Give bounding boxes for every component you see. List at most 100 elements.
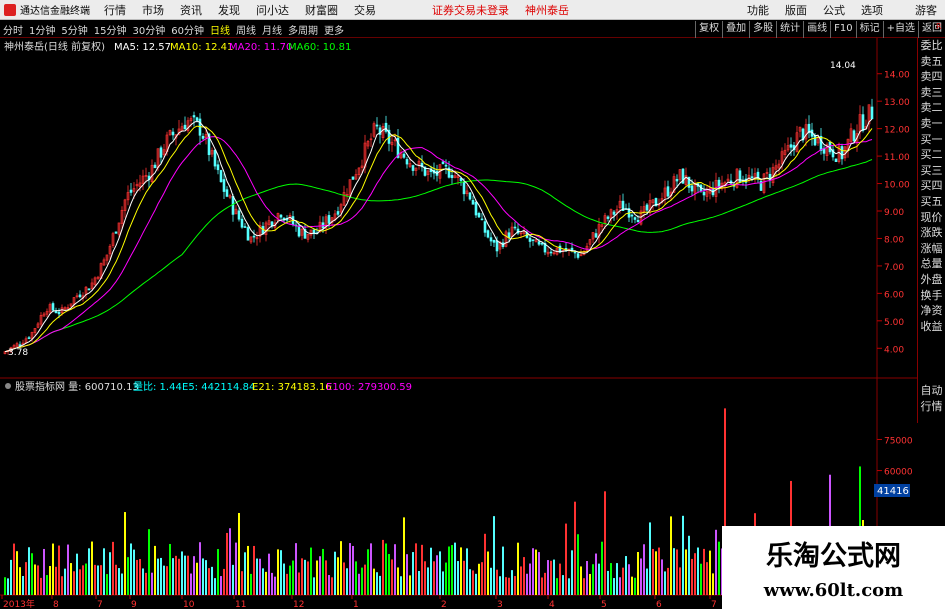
candle-body xyxy=(528,237,532,242)
side-item[interactable]: 卖五 xyxy=(918,54,945,70)
low-price-label: 3.78 xyxy=(8,348,28,358)
menu-options[interactable]: 选项 xyxy=(853,2,891,18)
volume-bar xyxy=(238,512,240,595)
candle-body xyxy=(171,131,175,136)
x-tick-label: 2013年 xyxy=(3,598,35,609)
period-tab[interactable]: 月线 xyxy=(259,22,285,37)
period-tab[interactable]: 周线 xyxy=(233,22,259,37)
side-item[interactable]: 卖四 xyxy=(918,69,945,85)
menu-quotes[interactable]: 行情 xyxy=(96,2,134,18)
volume-bar xyxy=(4,577,6,595)
side-item[interactable]: 外盘 xyxy=(918,272,945,288)
menu-market[interactable]: 市场 xyxy=(134,2,172,18)
price-tick-label: 6.00 xyxy=(884,290,904,300)
volume-bar xyxy=(526,573,528,595)
volume-bar xyxy=(34,564,36,595)
volume-bar xyxy=(175,555,177,595)
volume-bar xyxy=(70,563,72,595)
side-item[interactable]: 卖一 xyxy=(918,116,945,132)
volume-bar xyxy=(688,535,690,595)
period-tab[interactable]: 60分钟 xyxy=(168,22,207,37)
multi-stock-button[interactable]: 多股 xyxy=(749,21,776,38)
volume-bar xyxy=(214,578,216,595)
volume-bar xyxy=(604,491,606,595)
volume-bar xyxy=(85,563,87,595)
volume-bar xyxy=(100,565,102,595)
volume-bar xyxy=(718,541,720,595)
candle-body xyxy=(225,189,229,197)
menu-function[interactable]: 功能 xyxy=(739,2,777,18)
candle-body xyxy=(213,149,217,167)
price-tick-label: 10.00 xyxy=(884,181,910,191)
volume-bar xyxy=(52,543,54,595)
side-item[interactable]: 现价 xyxy=(918,210,945,226)
period-tab[interactable]: 15分钟 xyxy=(91,22,130,37)
volume-bar xyxy=(547,560,549,595)
side-item[interactable]: 买四 xyxy=(918,178,945,194)
side-item[interactable]: 买三 xyxy=(918,163,945,179)
volume-bar xyxy=(655,551,657,595)
period-tab[interactable]: 1分钟 xyxy=(26,22,58,37)
period-tab[interactable]: 多周期 xyxy=(285,22,321,37)
user-label[interactable]: 游客 xyxy=(907,2,945,18)
side-item[interactable]: 换手 xyxy=(918,288,945,304)
login-notice[interactable]: 证券交易未登录 xyxy=(424,2,517,18)
side-item[interactable]: 净资 xyxy=(918,303,945,319)
volume-bar xyxy=(157,558,159,595)
period-tab[interactable]: 5分钟 xyxy=(58,22,90,37)
menu-discover[interactable]: 发现 xyxy=(210,2,248,18)
side-item[interactable]: 卖三 xyxy=(918,85,945,101)
volume-bar xyxy=(61,576,63,595)
f10-button[interactable]: F10 xyxy=(830,21,855,38)
candle-body xyxy=(444,164,448,167)
volume-bar xyxy=(10,559,12,595)
menu-trade[interactable]: 交易 xyxy=(346,2,384,18)
period-toolbar: 分时 1分钟 5分钟 15分钟 30分钟 60分钟 日线 周线 月线 多周期 更… xyxy=(0,21,945,38)
menu-ask[interactable]: 问小达 xyxy=(248,2,297,18)
restore-rights-button[interactable]: 复权 xyxy=(695,21,722,38)
volume-bar xyxy=(490,567,492,595)
volume-bar xyxy=(505,577,507,595)
candle-body xyxy=(852,130,856,142)
side-item[interactable]: 买二 xyxy=(918,147,945,163)
volume-bar xyxy=(535,549,537,595)
volume-bar xyxy=(301,558,303,595)
candle-body xyxy=(201,135,205,139)
volume-bar xyxy=(703,548,705,595)
volume-bar xyxy=(67,544,69,595)
overlay-button[interactable]: 叠加 xyxy=(722,21,749,38)
side-item[interactable]: 涨跌 xyxy=(918,225,945,241)
candle-body xyxy=(18,344,22,346)
period-tab[interactable]: 30分钟 xyxy=(129,22,168,37)
kline-chart[interactable]: 神州泰岳(日线 前复权) MA5: 12.57 MA10: 12.41 MA20… xyxy=(0,38,917,609)
side-item[interactable]: 买一 xyxy=(918,132,945,148)
draw-line-button[interactable]: 画线 xyxy=(803,21,830,38)
side-item[interactable]: 卖二 xyxy=(918,100,945,116)
volume-bar xyxy=(469,569,471,595)
indicator-menu-icon[interactable] xyxy=(5,383,11,389)
price-tick-label: 12.00 xyxy=(884,126,910,136)
menu-layout[interactable]: 版面 xyxy=(777,2,815,18)
volume-bar xyxy=(307,561,309,595)
auto-toggle[interactable]: 自动 xyxy=(918,383,945,399)
period-tab[interactable]: 分时 xyxy=(0,22,26,37)
side-item[interactable]: 收益 xyxy=(918,319,945,335)
menu-formula[interactable]: 公式 xyxy=(815,2,853,18)
candle-body xyxy=(576,253,580,258)
side-item[interactable]: 委比 xyxy=(918,38,945,54)
add-watchlist-button[interactable]: +自选 xyxy=(882,21,918,38)
volume-bar xyxy=(19,567,21,595)
candle-body xyxy=(219,170,223,183)
period-tab-more[interactable]: 更多 xyxy=(321,22,347,37)
menu-wealth[interactable]: 财富圈 xyxy=(297,2,346,18)
period-tab-active[interactable]: 日线 xyxy=(207,22,233,37)
mark-button[interactable]: 标记 xyxy=(855,21,883,38)
side-item[interactable]: 买五 xyxy=(918,194,945,210)
menu-news[interactable]: 资讯 xyxy=(172,2,210,18)
side-item[interactable]: 涨幅 xyxy=(918,241,945,257)
volume-bar xyxy=(340,541,342,595)
statistics-button[interactable]: 统计 xyxy=(776,21,803,38)
volume-bar xyxy=(454,542,456,595)
side-item[interactable]: 总量 xyxy=(918,256,945,272)
auto-toggle[interactable]: 行情 xyxy=(918,399,945,415)
